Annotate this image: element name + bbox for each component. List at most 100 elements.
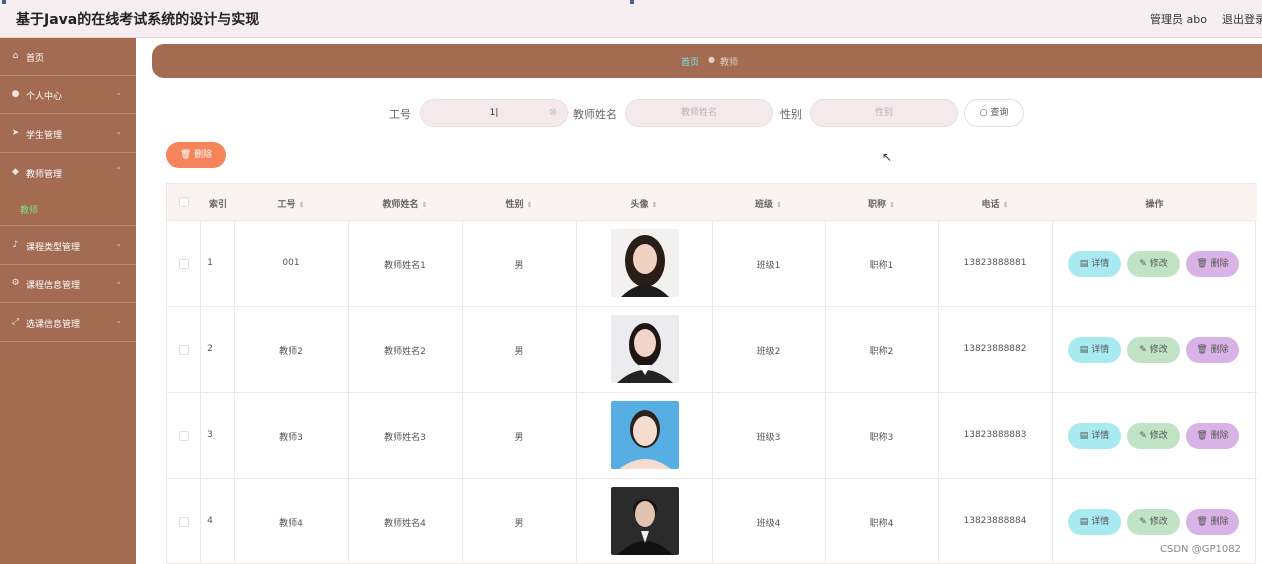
header-phone[interactable]: 电话 ⇕ [938, 197, 1052, 210]
edit-button[interactable]: ✎ 修改 [1127, 337, 1180, 363]
delete-button[interactable]: 🗑 删除 [1186, 251, 1239, 277]
row-title: 职称4 [869, 519, 894, 529]
batch-delete-button[interactable]: 🗑 删除 [166, 142, 226, 168]
sidebar-item-home[interactable]: ⌂ 首页 [0, 38, 136, 76]
header-title[interactable]: 职称 ⇕ [825, 197, 938, 210]
header-index: 索引 [208, 200, 227, 210]
mic-icon: ♪ [12, 240, 19, 250]
avatar[interactable] [611, 487, 679, 555]
header-gender[interactable]: 性别 ⇕ [462, 197, 576, 210]
delete-button-label: 删除 [1210, 517, 1229, 527]
avatar[interactable] [611, 229, 679, 297]
chevron-down-icon: ⌄ [115, 127, 122, 136]
delete-button[interactable]: 🗑 删除 [1186, 337, 1239, 363]
header-label: 班级 [755, 200, 774, 210]
header-class[interactable]: 班级 ⇕ [712, 197, 825, 210]
breadcrumb-home[interactable]: 首页 [681, 55, 699, 68]
header-teacher-name[interactable]: 教师姓名 ⇕ [348, 197, 462, 210]
sort-icon: ⇕ [526, 201, 533, 209]
delete-button-label: 删除 [1210, 431, 1229, 441]
delete-button[interactable]: 🗑 删除 [1186, 423, 1239, 449]
sidebar-item-teachers[interactable]: ◆ 教师管理 ⌃ [0, 154, 136, 192]
window-marker [630, 0, 634, 4]
clear-icon[interactable]: ⊗ [549, 100, 557, 126]
row-checkbox[interactable] [179, 517, 189, 527]
sidebar-subitem-label: 教师 [20, 206, 39, 216]
gender-label: 性别 [780, 108, 802, 121]
detail-button[interactable]: ▤ 详情 [1068, 337, 1121, 363]
edit-icon: ✎ [1139, 259, 1147, 269]
sidebar-item-enrollment[interactable]: ⤢ 选课信息管理 ⌄ [0, 304, 136, 342]
edit-button[interactable]: ✎ 修改 [1127, 423, 1180, 449]
trash-icon: 🗑 [1196, 431, 1208, 441]
row-index: 2 [207, 344, 213, 354]
edit-button[interactable]: ✎ 修改 [1127, 509, 1180, 535]
row-class: 班级3 [756, 433, 781, 443]
row-phone: 13823888881 [963, 258, 1027, 268]
row-teacher-name: 教师姓名4 [384, 519, 426, 529]
sidebar-item-students[interactable]: ➤ 学生管理 ⌄ [0, 115, 136, 153]
search-button-label: 查询 [990, 108, 1009, 118]
row-id: 001 [282, 258, 300, 268]
detail-button-label: 详情 [1091, 431, 1110, 441]
search-button[interactable]: ○ 查询 [964, 99, 1024, 127]
logout-link[interactable]: 退出登录 [1222, 11, 1262, 27]
teacher-name-input[interactable]: 教师姓名 [625, 99, 773, 127]
row-teacher-name: 教师姓名3 [384, 433, 426, 443]
avatar[interactable] [611, 315, 679, 383]
avatar[interactable] [611, 401, 679, 469]
row-title: 职称3 [869, 433, 894, 443]
row-gender: 男 [514, 433, 524, 443]
sidebar-item-label: 课程类型管理 [26, 243, 81, 253]
row-checkbox[interactable] [179, 431, 189, 441]
teacher-name-label: 教师姓名 [573, 108, 617, 121]
edit-button[interactable]: ✎ 修改 [1127, 251, 1180, 277]
breadcrumb-current: 教师 [720, 58, 739, 68]
document-icon: ▤ [1079, 517, 1089, 527]
row-gender: 男 [514, 261, 524, 271]
sidebar-item-label: 学生管理 [26, 131, 63, 141]
row-phone: 13823888883 [963, 430, 1027, 440]
app-title: 基于Java的在线考试系统的设计与实现 [16, 12, 260, 28]
sort-icon: ⇕ [776, 201, 782, 209]
header-label: 职称 [868, 200, 887, 210]
header-avatar[interactable]: 头像 ⇕ [576, 197, 712, 210]
sidebar: ⌂ 首页 ● 个人中心 ⌄ ➤ 学生管理 ⌄ ◆ 教师管理 ⌃ 教师 ♪ 课程类… [0, 38, 136, 564]
delete-button-label: 删除 [1210, 259, 1229, 269]
table-header: 索引 工号 ⇕ 教师姓名 ⇕ 性别 ⇕ 头像 ⇕ 班级 ⇕ 职称 ⇕ 电话 ⇕ 操作 [167, 184, 1257, 221]
gender-input[interactable]: 性别 [810, 99, 958, 127]
sidebar-subitem-teacher[interactable]: 教师 [0, 192, 136, 226]
detail-button[interactable]: ▤ 详情 [1068, 509, 1121, 535]
edit-button-label: 修改 [1149, 517, 1168, 527]
select-all-checkbox[interactable] [179, 197, 189, 207]
id-input[interactable]: 1| ⊗ [420, 99, 568, 127]
sort-icon: ⇕ [1002, 201, 1009, 209]
header-id[interactable]: 工号 ⇕ [234, 197, 348, 210]
sidebar-item-label: 选课信息管理 [26, 320, 81, 330]
batch-delete-label: 删除 [194, 150, 213, 160]
row-checkbox[interactable] [179, 345, 189, 355]
row-class: 班级4 [756, 519, 781, 529]
sidebar-item-course-types[interactable]: ♪ 课程类型管理 ⌄ [0, 227, 136, 265]
row-id: 教师4 [279, 519, 303, 529]
header-label: 性别 [505, 200, 524, 210]
row-gender: 男 [514, 347, 524, 357]
gear-icon: ⚙ [11, 278, 20, 288]
detail-button-label: 详情 [1091, 345, 1110, 355]
row-class: 班级1 [756, 261, 781, 271]
sidebar-item-profile[interactable]: ● 个人中心 ⌄ [0, 76, 136, 114]
detail-button[interactable]: ▤ 详情 [1068, 251, 1121, 277]
row-teacher-name: 教师姓名1 [384, 261, 426, 271]
delete-button-label: 删除 [1210, 345, 1229, 355]
row-id: 教师3 [279, 433, 303, 443]
edit-button-label: 修改 [1149, 345, 1168, 355]
detail-button[interactable]: ▤ 详情 [1068, 423, 1121, 449]
header-label: 电话 [981, 200, 1000, 210]
header-label: 工号 [277, 200, 296, 210]
breadcrumb: 首页 ● 教师 [152, 44, 1262, 78]
sidebar-item-course-info[interactable]: ⚙ 课程信息管理 ⌄ [0, 265, 136, 303]
mouse-cursor-icon: ↖ [882, 150, 893, 164]
send-icon: ➤ [11, 128, 20, 138]
delete-button[interactable]: 🗑 删除 [1186, 509, 1239, 535]
row-checkbox[interactable] [179, 259, 189, 269]
